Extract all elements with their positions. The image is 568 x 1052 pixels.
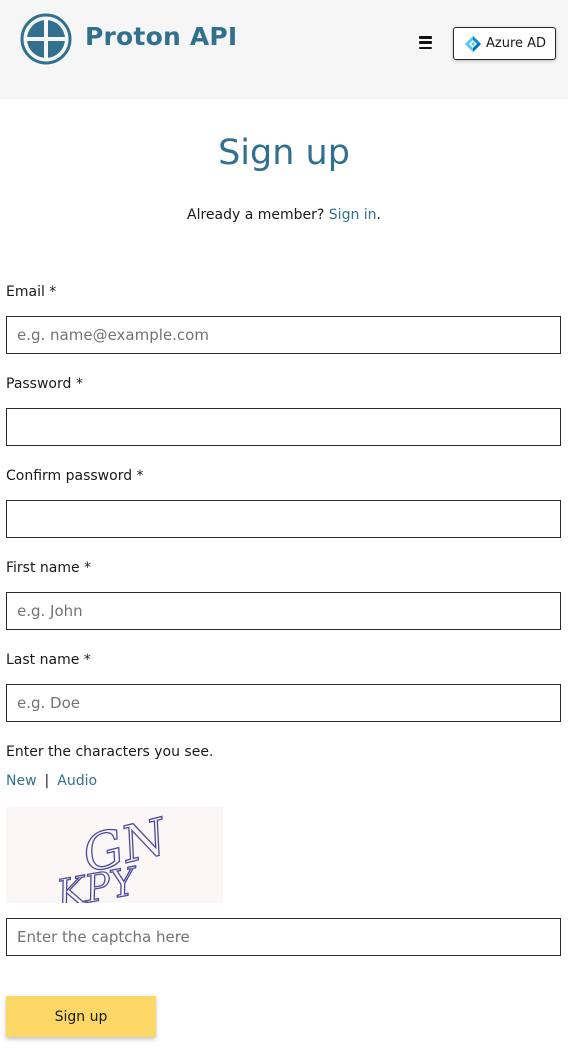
captcha-controls: New | Audio: [6, 773, 97, 789]
first-name-label: First name *: [6, 560, 92, 576]
azure-ad-label: Azure AD: [486, 36, 547, 51]
first-name-field[interactable]: [6, 592, 561, 630]
captcha-new-link[interactable]: New: [6, 773, 37, 789]
azure-ad-button[interactable]: Azure AD: [453, 27, 556, 60]
hamburger-menu-icon[interactable]: [416, 36, 436, 52]
password-field[interactable]: [6, 408, 561, 446]
captcha-separator: |: [44, 773, 50, 789]
top-header: Proton API Azure AD: [0, 0, 568, 99]
confirm-password-field[interactable]: [6, 500, 561, 538]
email-label: Email *: [6, 284, 57, 300]
email-field[interactable]: [6, 316, 561, 354]
sign-in-link[interactable]: Sign in: [329, 207, 377, 223]
sign-up-button[interactable]: Sign up: [6, 996, 156, 1037]
member-prompt-text: Already a member?: [187, 207, 325, 223]
azure-diamond-icon: [465, 35, 481, 52]
logo[interactable]: [20, 13, 72, 65]
captcha-image: GN KPY: [6, 807, 223, 903]
captcha-audio-link[interactable]: Audio: [57, 773, 97, 789]
proton-globe-logo-icon: [20, 13, 72, 65]
member-prompt-suffix: .: [376, 207, 381, 223]
last-name-field[interactable]: [6, 684, 561, 722]
captcha-input[interactable]: [6, 918, 561, 956]
last-name-label: Last name *: [6, 652, 91, 668]
brand-name[interactable]: Proton API: [85, 22, 237, 51]
confirm-password-label: Confirm password *: [6, 468, 144, 484]
page-title: Sign up: [218, 133, 350, 173]
password-label: Password *: [6, 376, 83, 392]
member-prompt-line: Already a member? Sign in.: [0, 207, 568, 223]
captcha-prompt: Enter the characters you see.: [6, 744, 214, 760]
